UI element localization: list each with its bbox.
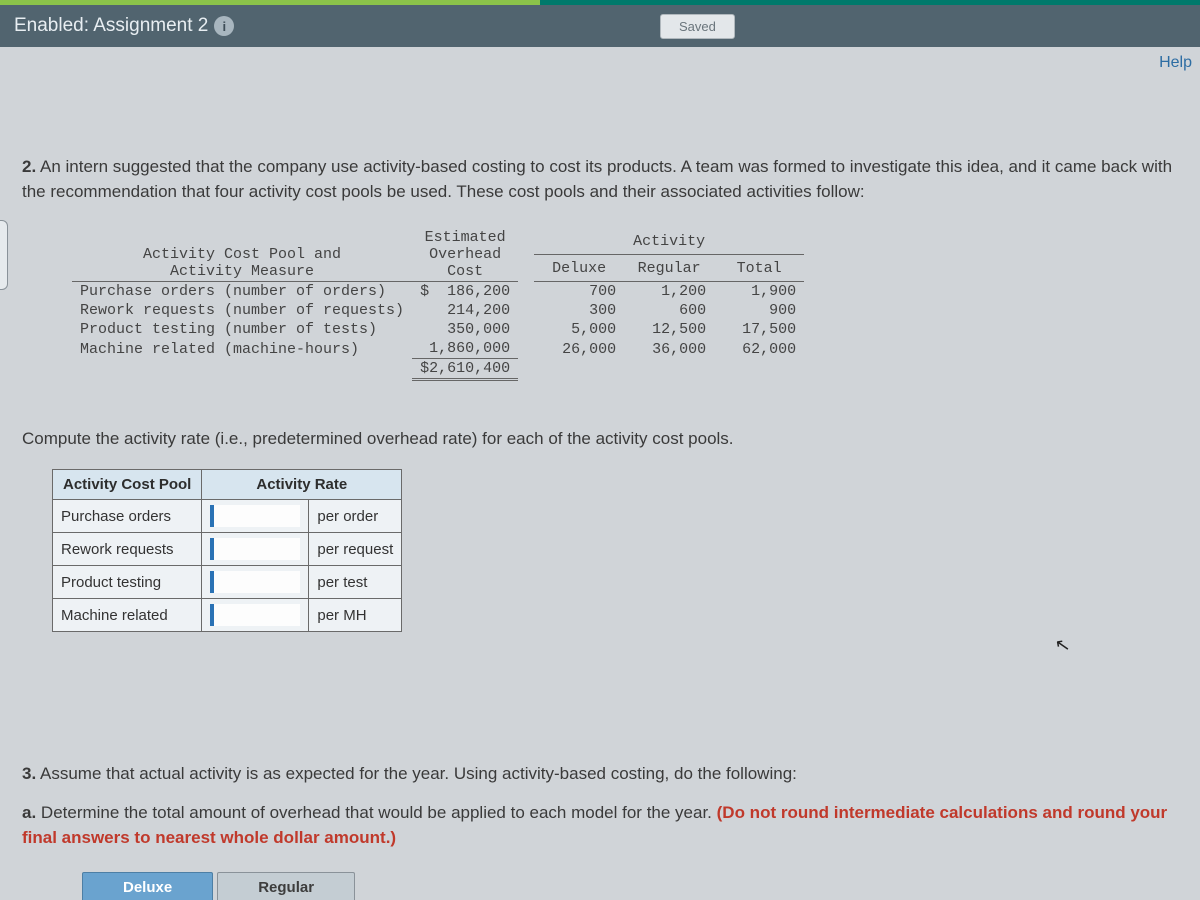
activity-rate-input-table: Activity Cost Pool Activity Rate Purchas…	[52, 469, 402, 632]
regular-header: Regular	[624, 255, 714, 282]
table-row: Purchase orders per order	[53, 500, 402, 533]
rate-input-rework-requests[interactable]	[210, 538, 300, 560]
tab-deluxe[interactable]: Deluxe	[82, 872, 213, 900]
pool-header: Activity Cost Pool	[53, 470, 202, 500]
question-number: 2.	[22, 157, 36, 176]
table-row: Rework requests per request	[53, 533, 402, 566]
saved-badge: Saved	[660, 14, 735, 39]
page-header: Enabled: Assignment 2 i Saved	[0, 5, 1200, 47]
page-content: 2. An intern suggested that the company …	[0, 47, 1200, 900]
deluxe-header: Deluxe	[534, 255, 624, 282]
assignment-title: Enabled: Assignment 2	[14, 15, 208, 37]
table-row: Machine related per MH	[53, 599, 402, 632]
table-row: Product testing per test	[53, 566, 402, 599]
table-row: Machine related (machine-hours) 1,860,00…	[72, 339, 804, 359]
rate-input-purchase-orders[interactable]	[210, 505, 300, 527]
question-2: 2. An intern suggested that the company …	[22, 155, 1178, 204]
table-row: Purchase orders (number of orders) $ 186…	[72, 282, 804, 302]
question-number: 3.	[22, 764, 36, 783]
activity-header: Activity	[534, 228, 804, 254]
part-a-text: Determine the total amount of overhead t…	[41, 803, 712, 822]
info-icon[interactable]: i	[214, 16, 234, 36]
table-row: Product testing (number of tests) 350,00…	[72, 320, 804, 339]
help-link[interactable]: Help	[1159, 54, 1192, 72]
left-drawer-handle[interactable]	[0, 220, 8, 290]
table-total-row: $2,610,400	[72, 359, 804, 380]
total-header: Total	[714, 255, 804, 282]
compute-instruction: Compute the activity rate (i.e., predete…	[22, 429, 1178, 449]
part-a-label: a.	[22, 803, 36, 822]
q3-intro: Assume that actual activity is as expect…	[40, 764, 797, 783]
question-text: An intern suggested that the company use…	[22, 157, 1172, 201]
rate-header: Activity Rate	[202, 470, 402, 500]
model-tabs: Deluxe Regular	[82, 872, 1178, 900]
rate-input-machine-related[interactable]	[210, 604, 300, 626]
question-3: 3. Assume that actual activity is as exp…	[22, 762, 1178, 850]
rate-input-product-testing[interactable]	[210, 571, 300, 593]
tab-regular[interactable]: Regular	[217, 872, 355, 900]
table-row: Rework requests (number of requests) 214…	[72, 301, 804, 320]
cost-pool-table: Activity Cost Pool andActivity Measure E…	[72, 228, 1178, 381]
